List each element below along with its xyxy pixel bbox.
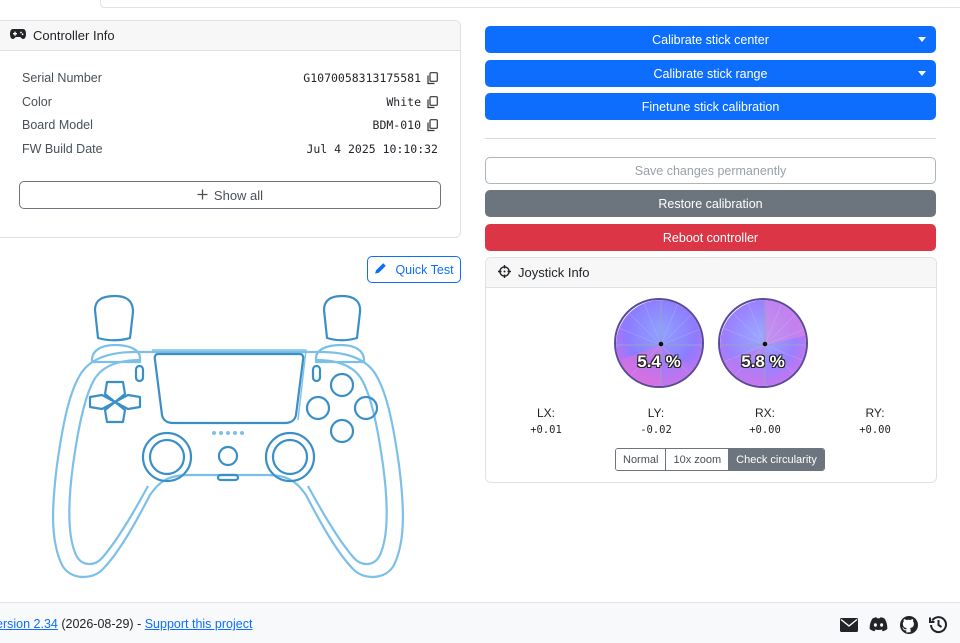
- mode-normal-button[interactable]: Normal: [616, 449, 667, 470]
- right-stick-circularity-plot: 5.8 %: [718, 298, 808, 388]
- footer: ersion 2.34 (2026-08-29) - Support this …: [0, 602, 960, 643]
- info-row-fw-build-date: FW Build Date Jul 4 2025 10:10:32: [22, 139, 438, 159]
- fw-build-date-label: FW Build Date: [22, 142, 103, 156]
- caret-down-icon[interactable]: [918, 71, 926, 76]
- axis-ly-value: -0.02: [640, 424, 672, 436]
- version-link[interactable]: ersion 2.34: [0, 617, 58, 631]
- calibrate-stick-range-button[interactable]: Calibrate stick range: [485, 60, 936, 87]
- reboot-label: Reboot controller: [662, 230, 759, 245]
- controller-info-title: Controller Info: [33, 28, 115, 43]
- axis-rx-value: +0.00: [749, 424, 781, 436]
- pencil-icon: [374, 262, 387, 278]
- board-model-label: Board Model: [22, 118, 93, 132]
- fw-build-date-value: Jul 4 2025 10:10:32: [306, 142, 438, 156]
- mode-check-circularity-button[interactable]: Check circularity: [729, 449, 824, 470]
- footer-icons: [839, 615, 948, 634]
- reboot-controller-button[interactable]: Reboot controller: [485, 224, 936, 251]
- axis-rx-label: RX:: [754, 406, 775, 420]
- controller-info-card: Controller Info Serial Number G107005831…: [0, 20, 461, 238]
- left-stick-circularity-plot: 5.4 %: [614, 298, 704, 388]
- axis-ly-label: LY:: [647, 406, 665, 420]
- calibrate-stick-center-button[interactable]: Calibrate stick center: [485, 26, 936, 53]
- axis-rx: RX: +0.00: [735, 406, 795, 436]
- axis-ry-value: +0.00: [859, 424, 891, 436]
- support-project-link[interactable]: Support this project: [145, 617, 253, 631]
- history-icon[interactable]: [929, 615, 948, 634]
- color-label: Color: [22, 95, 52, 109]
- serial-number-value: G1070058313175581: [303, 71, 421, 85]
- finetune-label: Finetune stick calibration: [641, 99, 780, 114]
- divider: [485, 138, 936, 139]
- info-row-serial: Serial Number G1070058313175581: [22, 68, 438, 88]
- axis-ly: LY: -0.02: [626, 406, 686, 436]
- copy-icon[interactable]: [427, 95, 438, 109]
- restore-calibration-button[interactable]: Restore calibration: [485, 190, 936, 217]
- github-icon[interactable]: [899, 615, 918, 634]
- axis-lx-label: LX:: [536, 406, 555, 420]
- color-value: White: [386, 95, 421, 109]
- copy-icon[interactable]: [427, 71, 438, 85]
- finetune-stick-calibration-button[interactable]: Finetune stick calibration: [485, 93, 936, 120]
- copy-icon[interactable]: [427, 118, 438, 132]
- top-panel-edge: [100, 0, 960, 8]
- controller-illustration: [51, 294, 405, 578]
- axis-ry: RY: +0.00: [845, 406, 905, 436]
- right-stick-circularity-value: 5.8 %: [741, 352, 785, 371]
- info-row-board-model: Board Model BDM-010: [22, 115, 438, 135]
- quick-test-label: Quick Test: [395, 262, 454, 277]
- joystick-info-title: Joystick Info: [518, 265, 590, 280]
- crosshair-icon: [498, 264, 511, 281]
- show-all-label: Show all: [213, 187, 264, 203]
- view-mode-toggle: Normal 10x zoom Check circularity: [615, 448, 825, 471]
- controller-info-header: Controller Info: [0, 21, 460, 51]
- mail-icon[interactable]: [839, 615, 858, 634]
- footer-date: (2026-08-29) -: [57, 617, 145, 631]
- axis-lx: LX: +0.01: [516, 406, 576, 436]
- info-row-color: Color White: [22, 92, 438, 112]
- gamepad-icon: [10, 28, 26, 43]
- show-all-button[interactable]: Show all: [19, 181, 441, 209]
- plus-icon: [197, 188, 208, 203]
- calibrate-center-label: Calibrate stick center: [652, 32, 769, 47]
- caret-down-icon[interactable]: [918, 37, 926, 42]
- footer-text: ersion 2.34 (2026-08-29) - Support this …: [0, 617, 252, 631]
- mode-10x-zoom-button[interactable]: 10x zoom: [666, 449, 730, 470]
- quick-test-button[interactable]: Quick Test: [367, 256, 461, 283]
- discord-icon[interactable]: [869, 615, 888, 634]
- axis-lx-value: +0.01: [530, 424, 562, 436]
- joystick-info-header: Joystick Info: [486, 258, 936, 288]
- save-changes-button[interactable]: Save changes permanently: [485, 157, 936, 184]
- calibrate-range-label: Calibrate stick range: [653, 66, 768, 81]
- board-model-value: BDM-010: [372, 118, 421, 132]
- axis-ry-label: RY:: [865, 406, 885, 420]
- serial-number-label: Serial Number: [22, 71, 102, 85]
- save-label: Save changes permanently: [634, 163, 787, 178]
- left-stick-circularity-value: 5.4 %: [637, 352, 681, 371]
- restore-label: Restore calibration: [658, 196, 763, 211]
